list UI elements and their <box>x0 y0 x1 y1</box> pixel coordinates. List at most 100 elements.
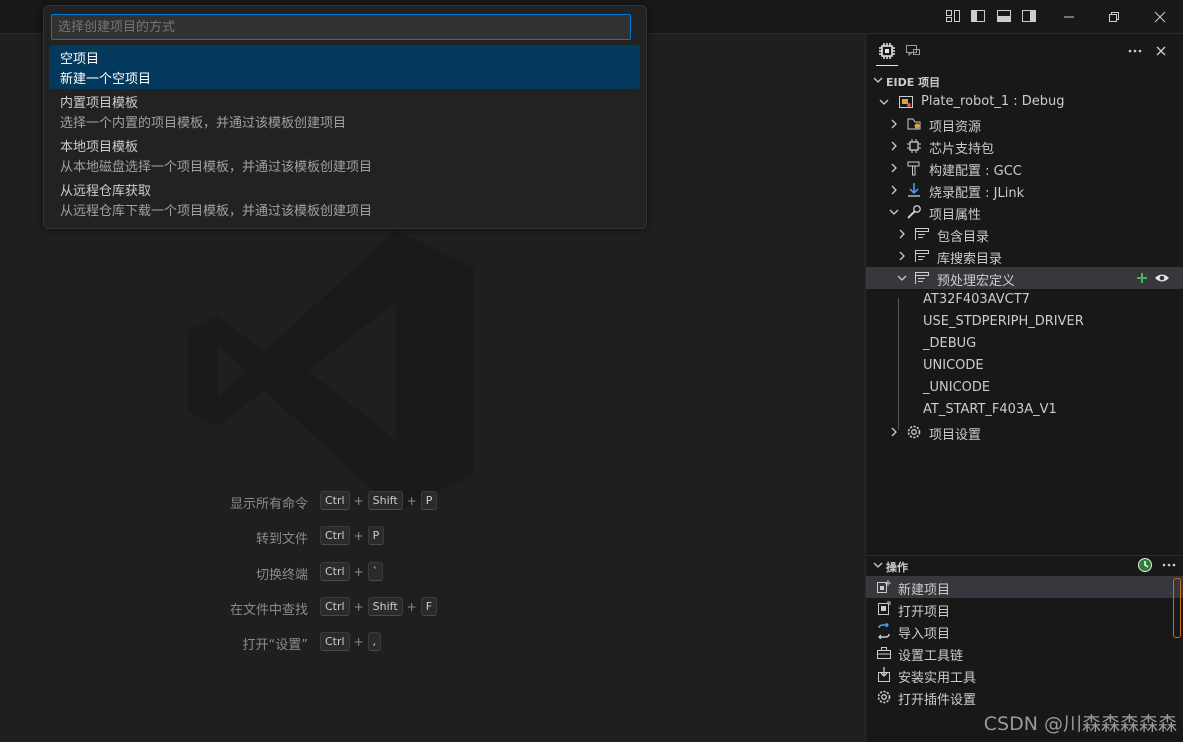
tree-item-macro-value[interactable]: AT32F403AVCT7 <box>866 289 1183 311</box>
add-icon[interactable] <box>1134 270 1150 286</box>
tree-item-label: 项目属性 <box>929 208 982 223</box>
quick-pick-item-empty-project[interactable]: 空项目 新建一个空项目 <box>49 45 640 89</box>
key-cap: P <box>367 526 385 545</box>
shortcut-label: 打开“设置” <box>242 638 308 653</box>
toggle-primary-sidebar-icon[interactable] <box>970 8 986 24</box>
shortcut-row: 打开“设置” Ctrl + , <box>0 632 864 654</box>
key-cap: , <box>367 632 382 651</box>
quick-pick-item-title: 内置项目模板 <box>60 96 139 111</box>
tree-item-label: 项目设置 <box>929 428 982 443</box>
tree-item-properties[interactable]: 项目属性 <box>866 201 1183 223</box>
quick-pick-input[interactable] <box>51 14 631 40</box>
chevron-down-icon <box>873 77 883 83</box>
tree-item-macro-value[interactable]: UNICODE <box>866 355 1183 377</box>
wrench-icon <box>907 205 921 219</box>
op-open-project[interactable]: 打开项目 <box>866 598 1183 620</box>
secondary-sidebar: EIDE 项目 Plate_robot_1 : Debug 项目资源 芯片支持包… <box>865 34 1183 742</box>
chevron-down-icon <box>889 209 899 215</box>
chevron-down-icon <box>879 99 889 105</box>
restore-button[interactable] <box>1091 0 1137 33</box>
chevron-right-icon <box>891 119 897 129</box>
tree-item-macro-value[interactable]: USE_STDPERIPH_DRIVER <box>866 311 1183 333</box>
tree-item-label: UNICODE <box>923 358 984 373</box>
toggle-secondary-sidebar-icon[interactable] <box>1021 8 1037 24</box>
op-install-utilities[interactable]: 安装实用工具 <box>866 664 1183 686</box>
chevron-right-icon <box>899 251 905 261</box>
operations-section-header[interactable]: 操作 <box>866 554 1183 576</box>
op-new-project[interactable]: 新建项目 <box>866 576 1183 598</box>
op-open-plugin-settings[interactable]: 打开插件设置 <box>866 686 1183 708</box>
op-import-project[interactable]: 导入项目 <box>866 620 1183 642</box>
tree-item-lib-dirs[interactable]: 库搜索目录 <box>866 245 1183 267</box>
more-actions-icon[interactable] <box>1126 42 1144 60</box>
quick-pick-item-title: 从远程仓库获取 <box>60 184 152 199</box>
plus-sign: + <box>406 493 417 508</box>
quick-pick-item-remote-repo[interactable]: 从远程仓库获取 从远程仓库下载一个项目模板，并通过该模板创建项目 <box>49 177 640 221</box>
quick-pick-item-title: 本地项目模板 <box>60 140 139 155</box>
quick-pick-item-builtin-template[interactable]: 内置项目模板 选择一个内置的项目模板，并通过该模板创建项目 <box>49 89 640 133</box>
more-actions-icon[interactable] <box>1161 557 1177 573</box>
eide-project-section-header[interactable]: EIDE 项目 <box>866 69 1183 91</box>
customize-layout-icon[interactable] <box>945 8 961 24</box>
close-icon <box>1154 11 1166 22</box>
scrollbar-thumb[interactable] <box>1173 578 1181 638</box>
plus-sign: + <box>353 599 364 614</box>
tree-item-build-config[interactable]: 构建配置 : GCC <box>866 157 1183 179</box>
gear-icon <box>907 425 921 439</box>
project-icon <box>899 96 913 108</box>
import-icon <box>878 623 890 639</box>
list-icon <box>915 272 929 284</box>
resources-icon <box>907 118 921 130</box>
shortcut-label: 转到文件 <box>255 532 308 547</box>
tree-item-label: 库搜索目录 <box>937 252 1003 267</box>
tree-item-chip-pack[interactable]: 芯片支持包 <box>866 135 1183 157</box>
op-label: 导入项目 <box>898 627 951 642</box>
open-project-icon <box>878 601 891 615</box>
tree-item-macros[interactable]: 预处理宏定义 <box>866 267 1183 289</box>
chevron-down-icon <box>897 275 907 281</box>
tree-item-label: 烧录配置 : JLink <box>929 186 1025 201</box>
hammer-icon <box>907 161 920 176</box>
plus-sign: + <box>353 493 364 508</box>
chat-icon[interactable] <box>904 42 922 60</box>
key-cap: Ctrl <box>320 632 350 651</box>
chevron-right-icon <box>891 185 897 195</box>
close-panel-icon[interactable] <box>1152 42 1170 60</box>
quick-pick-item-local-template[interactable]: 本地项目模板 从本地磁盘选择一个项目模板，并通过该模板创建项目 <box>49 133 640 177</box>
tree-item-macro-value[interactable]: _UNICODE <box>866 377 1183 399</box>
tree-item-macro-value[interactable]: AT_START_F403A_V1 <box>866 399 1183 421</box>
tree-item-label: 包含目录 <box>937 230 990 245</box>
chevron-right-icon <box>899 229 905 239</box>
toolbox-icon <box>877 647 891 659</box>
quick-pick: 空项目 新建一个空项目 内置项目模板 选择一个内置的项目模板，并通过该模板创建项… <box>43 5 647 229</box>
tree-item-flash-config[interactable]: 烧录配置 : JLink <box>866 179 1183 201</box>
tree-item-label: _UNICODE <box>923 380 991 395</box>
chip-icon[interactable] <box>878 42 896 60</box>
minimize-button[interactable] <box>1046 0 1092 33</box>
tree-item-label: AT_START_F403A_V1 <box>923 402 1057 417</box>
shortcut-row: 显示所有命令 Ctrl + Shift + P <box>0 491 864 513</box>
tree-item-label: AT32F403AVCT7 <box>923 292 1030 307</box>
restore-icon <box>1109 11 1119 22</box>
eye-icon[interactable] <box>1154 270 1170 286</box>
key-cap: P <box>420 491 438 510</box>
tree-item-label: 构建配置 : GCC <box>929 164 1022 179</box>
tree-item-resources[interactable]: 项目资源 <box>866 113 1183 135</box>
tree-item-settings[interactable]: 项目设置 <box>866 421 1183 443</box>
close-button[interactable] <box>1137 0 1183 33</box>
tree-item-macro-value[interactable]: _DEBUG <box>866 333 1183 355</box>
quick-pick-item-desc: 从远程仓库下载一个项目模板，并通过该模板创建项目 <box>60 204 373 219</box>
watermark-text: CSDN @川森森森森森 <box>983 713 1177 735</box>
tree-item-project[interactable]: Plate_robot_1 : Debug <box>866 91 1183 113</box>
history-icon[interactable] <box>1137 557 1153 573</box>
key-cap: F <box>420 597 438 616</box>
package-icon <box>878 667 890 682</box>
op-label: 安装实用工具 <box>898 671 977 686</box>
op-setup-toolchain[interactable]: 设置工具链 <box>866 642 1183 664</box>
plus-sign: + <box>353 564 364 579</box>
list-icon <box>915 228 929 240</box>
tree-item-include-dirs[interactable]: 包含目录 <box>866 223 1183 245</box>
op-label: 新建项目 <box>898 583 951 598</box>
tree-item-label: Plate_robot_1 : Debug <box>921 94 1065 109</box>
toggle-panel-icon[interactable] <box>996 8 1012 24</box>
